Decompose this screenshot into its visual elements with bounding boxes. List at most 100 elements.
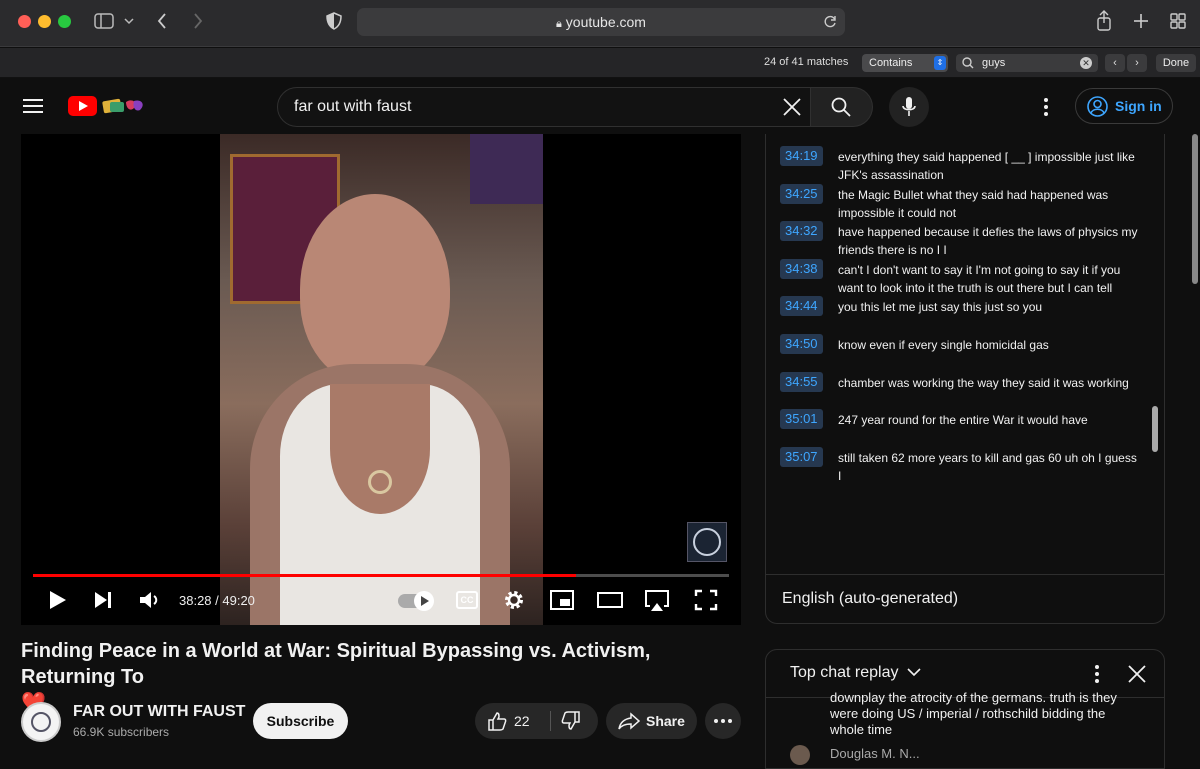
transcript-text: everything they said happened [ __ ] imp… — [838, 150, 1135, 182]
account-icon — [1087, 96, 1108, 117]
transcript-timestamp[interactable]: 34:38 — [780, 258, 823, 279]
transcript-timestamp[interactable]: 34:44 — [780, 296, 823, 317]
close-window-button[interactable] — [18, 15, 31, 28]
volume-icon[interactable] — [138, 587, 162, 613]
search-input[interactable]: far out with faust — [277, 87, 811, 127]
captions-icon[interactable]: CC — [456, 591, 478, 609]
share-icon[interactable] — [1096, 10, 1112, 32]
play-icon[interactable] — [47, 587, 69, 613]
autoplay-toggle[interactable] — [398, 591, 434, 611]
dislike-button[interactable] — [551, 703, 598, 739]
forward-icon[interactable] — [192, 12, 204, 30]
autoplay-play-icon — [421, 596, 429, 606]
clear-find-icon[interactable]: ✕ — [1080, 57, 1092, 69]
find-bar: 24 of 41 matches Contains ⇕ guys ✕ ‹ › D… — [0, 48, 1200, 78]
transcript-segment[interactable]: 34:44 you this let me just say this just … — [766, 296, 1156, 332]
transcript-segment[interactable]: 34:19 everything they said happened [ __ … — [766, 146, 1156, 182]
more-actions-button[interactable] — [705, 703, 741, 739]
chat-author: Douglas M. N... — [830, 746, 920, 761]
updown-icon: ⇕ — [934, 56, 946, 70]
transcript-timestamp[interactable]: 35:01 — [780, 409, 823, 430]
video-player[interactable]: 38:28 / 49:20 CC — [21, 134, 741, 625]
transcript-timestamp[interactable]: 34:25 — [780, 183, 823, 204]
chat-avatar — [790, 745, 810, 765]
transcript-segment[interactable]: 34:50 know even if every single homicidal… — [766, 334, 1156, 370]
more-options-icon[interactable] — [1043, 97, 1049, 117]
minimize-window-button[interactable] — [38, 15, 51, 28]
chat-message-text: downplay the atrocity of the germans. tr… — [830, 690, 1117, 737]
transcript-panel: 34:19 everything they said happened [ __ … — [765, 134, 1165, 624]
share-button[interactable]: Share — [606, 703, 697, 739]
privacy-shield-icon[interactable] — [326, 12, 342, 30]
address-bar[interactable]: 🔒︎ youtube.com — [357, 8, 845, 36]
sign-in-button[interactable]: Sign in — [1075, 88, 1173, 124]
transcript-timestamp[interactable]: 35:07 — [780, 446, 823, 467]
close-chat-icon[interactable] — [1128, 665, 1146, 683]
airplay-icon[interactable] — [643, 587, 671, 613]
person-head — [300, 194, 450, 384]
url-text: youtube.com — [565, 14, 646, 30]
browser-toolbar: 🔒︎ youtube.com — [0, 0, 1200, 47]
hamburger-menu-icon[interactable] — [23, 98, 43, 114]
find-next-button[interactable]: › — [1127, 54, 1147, 72]
chest — [330, 384, 430, 514]
back-icon[interactable] — [156, 12, 168, 30]
fullscreen-icon[interactable] — [694, 587, 718, 613]
youtube-logo[interactable] — [68, 96, 152, 121]
wall-decoration — [470, 134, 543, 204]
next-video-icon[interactable] — [93, 587, 115, 613]
transcript-timestamp[interactable]: 34:50 — [780, 334, 823, 354]
transcript-text: know even if every single homicidal gas — [838, 338, 1049, 352]
find-previous-button[interactable]: ‹ — [1105, 54, 1125, 72]
find-match-count: 24 of 41 matches — [764, 56, 849, 68]
channel-watermark[interactable] — [687, 522, 727, 562]
search-icon — [831, 97, 851, 117]
thumbs-down-icon — [561, 711, 580, 730]
clear-search-icon[interactable] — [783, 98, 801, 116]
find-query: guys — [982, 57, 1006, 69]
find-done-button[interactable]: Done — [1156, 54, 1196, 72]
page-scrollbar[interactable] — [1192, 134, 1198, 284]
voice-search-button[interactable] — [889, 87, 929, 127]
transcript-timestamp[interactable]: 34:32 — [780, 221, 823, 242]
find-mode-select[interactable]: Contains ⇕ — [862, 54, 948, 72]
channel-avatar[interactable] — [21, 702, 61, 742]
find-input[interactable]: guys ✕ — [956, 54, 1098, 72]
transcript-segment[interactable]: 35:07 still taken 62 more years to kill a… — [766, 446, 1156, 483]
transcript-segment[interactable]: 34:25 the Magic Bullet what they said had… — [766, 183, 1156, 220]
search-button[interactable] — [811, 87, 873, 127]
chat-more-options-icon[interactable] — [1094, 664, 1100, 684]
channel-logo-icon — [31, 712, 51, 732]
chat-title: Top chat replay — [790, 664, 899, 681]
transcript-timestamp[interactable]: 34:55 — [780, 371, 823, 392]
channel-name[interactable]: FAR OUT WITH FAUST — [73, 703, 245, 721]
progress-bar[interactable] — [33, 574, 729, 577]
transcript-language-button[interactable]: English (auto-generated) — [782, 590, 958, 608]
pendant — [368, 470, 392, 494]
transcript-text: can't I don't want to say it I'm not goi… — [838, 262, 1121, 295]
transcript-text: the Magic Bullet what they said had happ… — [838, 187, 1109, 220]
new-tab-icon[interactable] — [1133, 13, 1149, 29]
like-button[interactable]: 22 — [475, 703, 550, 739]
more-horizontal-icon — [714, 719, 732, 723]
transcript-segment[interactable]: 34:32 have happened because it defies the… — [766, 221, 1156, 257]
like-count: 22 — [514, 713, 530, 729]
transcript-scrollbar[interactable] — [1152, 406, 1158, 452]
time-display: 38:28 / 49:20 — [179, 593, 255, 608]
subscribe-button[interactable]: Subscribe — [253, 703, 348, 739]
thumbs-up-icon — [488, 712, 507, 731]
miniplayer-icon[interactable] — [549, 587, 575, 613]
transcript-timestamp[interactable]: 34:19 — [780, 146, 823, 166]
chevron-down-icon[interactable] — [124, 17, 134, 25]
reload-icon[interactable] — [823, 15, 837, 29]
settings-gear-icon[interactable] — [502, 587, 526, 613]
transcript-segment[interactable]: 34:38 can't I don't want to say it I'm no… — [766, 258, 1156, 295]
transcript-segment[interactable]: 35:01 247 year round for the entire War i… — [766, 409, 1156, 445]
tab-overview-icon[interactable] — [1170, 13, 1186, 29]
transcript-segment[interactable]: 34:55 chamber was working the way they sa… — [766, 371, 1156, 408]
theater-mode-icon[interactable] — [596, 587, 624, 613]
transcript-text: chamber was working the way they said it… — [838, 375, 1129, 390]
zoom-window-button[interactable] — [58, 15, 71, 28]
chat-mode-dropdown[interactable]: Top chat replay — [790, 664, 921, 682]
sidebar-icon[interactable] — [94, 13, 114, 29]
